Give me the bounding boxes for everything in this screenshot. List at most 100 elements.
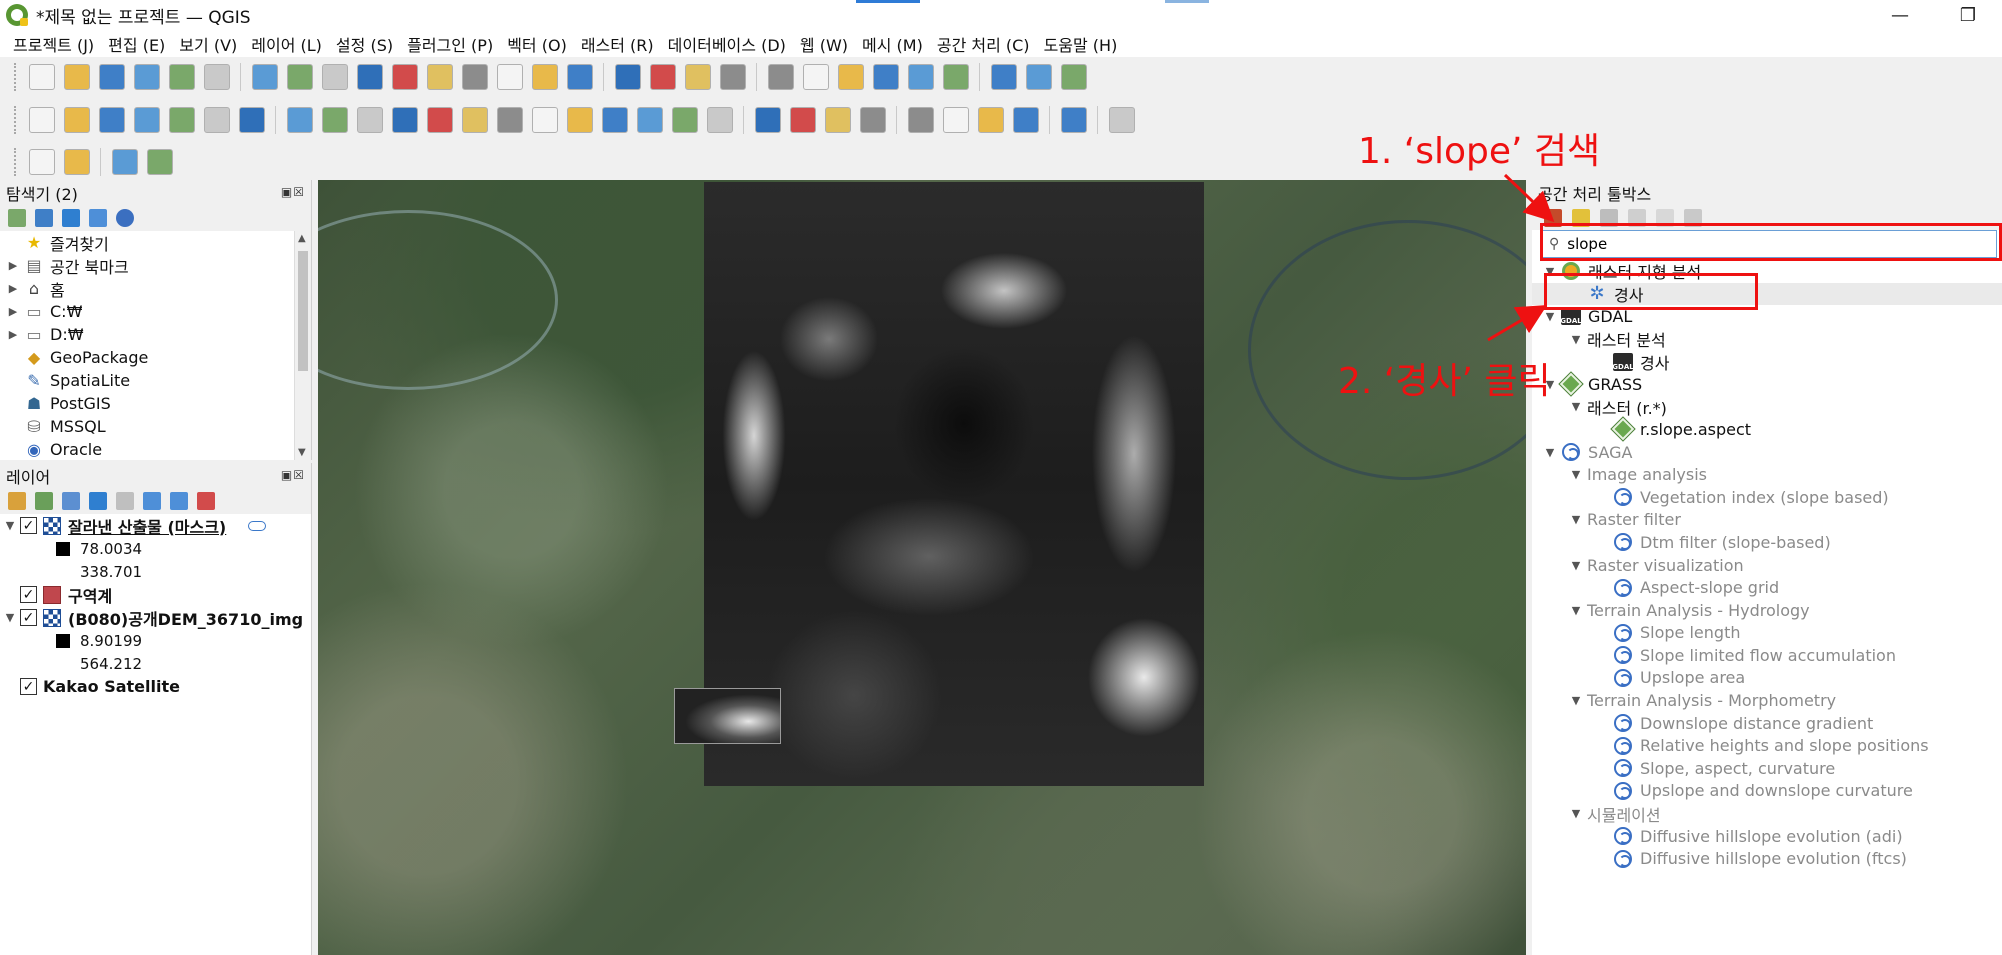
menu-item[interactable]: 데이터베이스 (D): [661, 32, 793, 56]
toolbox-item[interactable]: Slope limited flow accumulation: [1532, 644, 2002, 667]
scroll-down-icon[interactable]: ▼: [298, 447, 306, 458]
toolbox-item[interactable]: ▼ Raster visualization: [1532, 554, 2002, 577]
refresh-icon[interactable]: [35, 209, 53, 227]
browser-scrollbar[interactable]: ▲ ▼: [294, 231, 311, 460]
toolbar-tool-icon[interactable]: [168, 64, 195, 90]
toolbar-tool-icon[interactable]: [531, 64, 558, 90]
toolbar-tool-icon[interactable]: [391, 107, 418, 133]
toolbar-tool-icon[interactable]: [391, 64, 418, 90]
toolbox-item[interactable]: Upslope and downslope curvature: [1532, 780, 2002, 803]
toolbox-item[interactable]: Upslope area: [1532, 667, 2002, 690]
info-icon[interactable]: [116, 209, 134, 227]
menu-item[interactable]: 보기 (V): [172, 32, 244, 56]
toolbar-tool-icon[interactable]: [111, 148, 138, 175]
toolbar-tool-icon[interactable]: [238, 107, 265, 133]
expand-arrow-icon[interactable]: ▼: [1568, 604, 1584, 617]
scroll-thumb[interactable]: [298, 251, 308, 371]
toolbar-tool-icon[interactable]: [1012, 107, 1039, 133]
browser-item[interactable]: ☗ PostGIS: [0, 392, 311, 415]
toolbar-tool-icon[interactable]: [356, 64, 383, 90]
toolbar-tool-icon[interactable]: [977, 107, 1004, 133]
toolbar-tool-icon[interactable]: [28, 148, 55, 175]
toolbar-tool-icon[interactable]: [28, 107, 55, 133]
toolbar-tool-icon[interactable]: [1060, 64, 1087, 90]
layer-indicator-icon[interactable]: [248, 520, 267, 531]
toolbar-tool-icon[interactable]: [990, 64, 1017, 90]
toolbox-item[interactable]: ▼ 래스터 분석: [1532, 328, 2002, 351]
toolbar-tool-icon[interactable]: [1025, 64, 1052, 90]
layer-row[interactable]: ▼ ✓ 잘라낸 산출물 (마스크): [0, 514, 311, 537]
toolbox-item[interactable]: ▼ Terrain Analysis - Morphometry: [1532, 689, 2002, 712]
menu-item[interactable]: 공간 처리 (C): [930, 32, 1037, 56]
expression-filter-icon[interactable]: [116, 492, 134, 510]
toolbar-tool-icon[interactable]: [286, 107, 313, 133]
menu-item[interactable]: 레이어 (L): [244, 32, 329, 56]
expand-arrow-icon[interactable]: ▼: [1568, 468, 1584, 481]
toolbar-tool-icon[interactable]: [636, 107, 663, 133]
toolbar-tool-icon[interactable]: [824, 107, 851, 133]
toolbox-item[interactable]: ▼ Terrain Analysis - Hydrology: [1532, 599, 2002, 622]
browser-item[interactable]: ▶ ⌂ 홈: [0, 277, 311, 300]
expand-arrow-icon[interactable]: ▼: [1568, 400, 1584, 413]
collapse-all-icon[interactable]: [170, 492, 188, 510]
browser-item[interactable]: ★ 즐겨찾기: [0, 231, 311, 254]
menu-item[interactable]: 설정 (S): [329, 32, 400, 56]
menu-item[interactable]: 플러그인 (P): [400, 32, 500, 56]
minimize-button[interactable]: —: [1866, 0, 1934, 30]
toolbar-tool-icon[interactable]: [496, 64, 523, 90]
layer-visibility-checkbox[interactable]: ✓: [20, 517, 37, 534]
toolbar-tool-icon[interactable]: [286, 64, 313, 90]
toolbar-tool-icon[interactable]: [133, 64, 160, 90]
panel-dock-buttons[interactable]: ▣☒: [281, 468, 305, 482]
expand-arrow-icon[interactable]: ▶: [6, 328, 20, 341]
layer-row[interactable]: ▼ ✓ (B080)공개DEM_36710_img: [0, 606, 311, 629]
add-layer-icon[interactable]: [8, 209, 26, 227]
toolbar-tool-icon[interactable]: [1108, 107, 1135, 133]
toolbar-tool-icon[interactable]: [907, 64, 934, 90]
toolbar-tool-icon[interactable]: [531, 107, 558, 133]
menu-item[interactable]: 편집 (E): [101, 32, 172, 56]
toolbar-tool-icon[interactable]: [426, 107, 453, 133]
expand-arrow-icon[interactable]: ▼: [0, 519, 20, 532]
scroll-up-icon[interactable]: ▲: [298, 233, 306, 244]
toolbox-item[interactable]: Dtm filter (slope-based): [1532, 531, 2002, 554]
toolbar-tool-icon[interactable]: [63, 64, 90, 90]
filter-legend-icon[interactable]: [89, 492, 107, 510]
expand-arrow-icon[interactable]: ▼: [1542, 310, 1558, 323]
toolbox-item[interactable]: Slope length: [1532, 622, 2002, 645]
toolbar-tool-icon[interactable]: [63, 107, 90, 133]
toolbar-tool-icon[interactable]: [754, 107, 781, 133]
toolbox-item[interactable]: ▼ 래스터 (r.*): [1532, 396, 2002, 419]
toolbox-item[interactable]: r.slope.aspect: [1532, 416, 2002, 443]
panel-dock-buttons[interactable]: ▣☒: [281, 185, 305, 199]
browser-item[interactable]: ▶ ▭ D:₩: [0, 323, 311, 346]
browser-item[interactable]: ⛁ MSSQL: [0, 415, 311, 438]
visibility-icon[interactable]: [62, 492, 80, 510]
layer-visibility-checkbox[interactable]: ✓: [20, 586, 37, 603]
toolbar-tool-icon[interactable]: [461, 64, 488, 90]
expand-arrow-icon[interactable]: ▶: [6, 282, 20, 295]
expand-arrow-icon[interactable]: ▼: [1568, 807, 1584, 820]
toolbox-item[interactable]: Diffusive hillslope evolution (adi): [1532, 825, 2002, 848]
toolbar-tool-icon[interactable]: [859, 107, 886, 133]
remove-layer-icon[interactable]: [197, 492, 215, 510]
toolbar-tool-icon[interactable]: [461, 107, 488, 133]
toolbar-grip[interactable]: [14, 106, 18, 134]
toolbar-grip[interactable]: [14, 147, 18, 176]
toolbar-tool-icon[interactable]: [426, 64, 453, 90]
toolbar-tool-icon[interactable]: [203, 64, 230, 90]
toolbox-item[interactable]: GDAL 경사: [1532, 350, 2002, 373]
toolbar-tool-icon[interactable]: [146, 148, 173, 175]
toolbar-tool-icon[interactable]: [63, 148, 90, 175]
toolbox-item[interactable]: ▼ Image analysis: [1532, 463, 2002, 486]
toolbar-tool-icon[interactable]: [133, 107, 160, 133]
add-group-icon[interactable]: [35, 492, 53, 510]
toolbox-item[interactable]: Diffusive hillslope evolution (ftcs): [1532, 847, 2002, 870]
toolbar-tool-icon[interactable]: [614, 64, 641, 90]
expand-arrow-icon[interactable]: ▼: [1568, 559, 1584, 572]
filter-icon[interactable]: [62, 209, 80, 227]
toolbar-tool-icon[interactable]: [907, 107, 934, 133]
toolbar-tool-icon[interactable]: [872, 64, 899, 90]
toolbar-tool-icon[interactable]: [566, 64, 593, 90]
toolbar-tool-icon[interactable]: [601, 107, 628, 133]
